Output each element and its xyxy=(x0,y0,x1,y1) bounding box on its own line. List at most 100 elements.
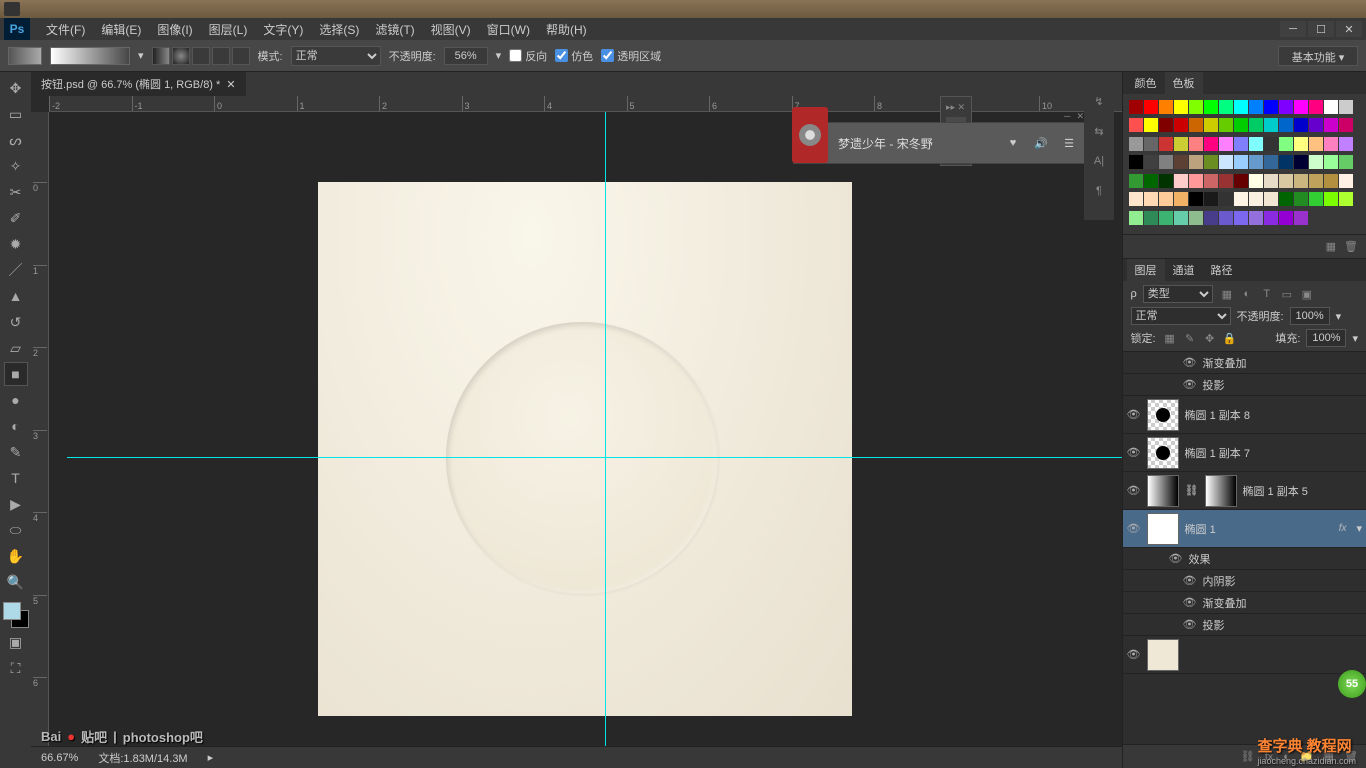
fx-collapse-icon[interactable]: ▾ xyxy=(1356,522,1362,535)
fg-color-swatch[interactable] xyxy=(3,602,21,620)
wand-tool[interactable]: ✧ xyxy=(4,154,28,178)
color-swatch[interactable] xyxy=(1309,155,1323,169)
color-swatch[interactable] xyxy=(1219,192,1233,206)
color-swatch[interactable] xyxy=(1309,192,1323,206)
layer-effect-row[interactable]: 👁效果 xyxy=(1123,548,1366,570)
color-swatch[interactable] xyxy=(1264,137,1278,151)
color-swatch[interactable] xyxy=(1174,211,1188,225)
color-swatch[interactable] xyxy=(1219,211,1233,225)
layer-effect-row[interactable]: 👁渐变叠加 xyxy=(1123,592,1366,614)
layer-thumbnail[interactable] xyxy=(1147,437,1179,469)
color-swatch[interactable] xyxy=(1174,137,1188,151)
color-swatch[interactable] xyxy=(1249,174,1263,188)
visibility-toggle[interactable]: 👁 xyxy=(1127,522,1141,536)
color-swatch[interactable] xyxy=(1204,174,1218,188)
color-swatch[interactable] xyxy=(1144,211,1158,225)
color-swatches[interactable] xyxy=(3,602,29,628)
opacity-dropdown-icon[interactable]: ▾ xyxy=(496,49,502,62)
color-swatch[interactable] xyxy=(1249,118,1263,132)
color-swatch[interactable] xyxy=(1264,118,1278,132)
new-swatch-icon[interactable]: ▦ xyxy=(1326,240,1336,253)
blur-tool[interactable]: ● xyxy=(4,388,28,412)
visibility-toggle[interactable]: 👁 xyxy=(1183,378,1197,392)
color-swatch[interactable] xyxy=(1264,174,1278,188)
visibility-toggle[interactable]: 👁 xyxy=(1169,552,1183,566)
eyedropper-tool[interactable]: ✐ xyxy=(4,206,28,230)
color-swatch[interactable] xyxy=(1324,137,1338,151)
layer-blend-select[interactable]: 正常 xyxy=(1131,307,1231,325)
eraser-tool[interactable]: ▱ xyxy=(4,336,28,360)
color-swatch[interactable] xyxy=(1309,118,1323,132)
color-swatch[interactable] xyxy=(1129,174,1143,188)
layer-name[interactable]: 椭圆 1 副本 7 xyxy=(1185,445,1362,461)
color-swatch[interactable] xyxy=(1249,192,1263,206)
color-swatch[interactable] xyxy=(1294,100,1308,114)
gradient-diamond-btn[interactable] xyxy=(232,47,250,65)
color-swatch[interactable] xyxy=(1294,137,1308,151)
color-swatch[interactable] xyxy=(1309,100,1323,114)
color-swatch[interactable] xyxy=(1189,118,1203,132)
color-swatch[interactable] xyxy=(1189,100,1203,114)
guide-vertical[interactable] xyxy=(605,112,606,768)
zoom-tool[interactable]: 🔍 xyxy=(4,570,28,594)
zoom-level[interactable]: 66.67% xyxy=(41,752,78,764)
color-swatch[interactable] xyxy=(1219,155,1233,169)
canvas[interactable] xyxy=(318,182,852,716)
color-swatch[interactable] xyxy=(1159,192,1173,206)
music-album-badge[interactable] xyxy=(792,107,828,163)
layer-row[interactable]: 👁⛓椭圆 1 副本 5 xyxy=(1123,472,1366,510)
color-swatch[interactable] xyxy=(1249,100,1263,114)
color-swatch[interactable] xyxy=(1264,155,1278,169)
filter-adjust-icon[interactable]: ◐ xyxy=(1239,286,1255,302)
menu-item[interactable]: 图层(L) xyxy=(201,18,256,41)
reverse-check[interactable]: 反向 xyxy=(509,48,547,64)
color-swatch[interactable] xyxy=(1279,155,1293,169)
taskbar-app-icon[interactable] xyxy=(4,2,20,16)
menu-item[interactable]: 图像(I) xyxy=(149,18,200,41)
color-swatch[interactable] xyxy=(1234,192,1248,206)
visibility-toggle[interactable]: 👁 xyxy=(1183,356,1197,370)
panel-tab[interactable]: 通道 xyxy=(1165,259,1203,281)
layer-row[interactable]: 👁椭圆 1 副本 8 xyxy=(1123,396,1366,434)
filter-shape-icon[interactable]: ▭ xyxy=(1279,286,1295,302)
color-swatch[interactable] xyxy=(1339,100,1353,114)
color-swatch[interactable] xyxy=(1174,174,1188,188)
layer-kind-filter[interactable]: 类型 xyxy=(1143,285,1213,303)
color-swatch[interactable] xyxy=(1129,155,1143,169)
floating-badge[interactable]: 55 xyxy=(1338,670,1366,698)
color-swatch[interactable] xyxy=(1279,211,1293,225)
fx-badge[interactable]: fx xyxy=(1339,523,1347,534)
gradient-swatch[interactable] xyxy=(8,47,42,65)
guide-horizontal[interactable] xyxy=(67,457,1122,458)
layer-effect-row[interactable]: 👁投影 xyxy=(1123,374,1366,396)
move-tool[interactable]: ✥ xyxy=(4,76,28,100)
visibility-toggle[interactable]: 👁 xyxy=(1127,408,1141,422)
gradient-reflected-btn[interactable] xyxy=(212,47,230,65)
color-swatch[interactable] xyxy=(1294,118,1308,132)
color-swatch[interactable] xyxy=(1189,174,1203,188)
visibility-toggle[interactable]: 👁 xyxy=(1127,484,1141,498)
color-swatch[interactable] xyxy=(1294,174,1308,188)
color-swatch[interactable] xyxy=(1264,192,1278,206)
color-swatch[interactable] xyxy=(1174,192,1188,206)
panel-tab[interactable]: 路径 xyxy=(1203,259,1241,281)
color-swatch[interactable] xyxy=(1204,211,1218,225)
menu-item[interactable]: 帮助(H) xyxy=(538,18,595,41)
color-swatch[interactable] xyxy=(1189,192,1203,206)
color-swatch[interactable] xyxy=(1249,155,1263,169)
opacity-dd-icon[interactable]: ▾ xyxy=(1336,310,1342,323)
layer-thumbnail[interactable] xyxy=(1147,639,1179,671)
color-swatch[interactable] xyxy=(1234,100,1248,114)
color-swatch[interactable] xyxy=(1264,100,1278,114)
lock-trans-icon[interactable]: ▦ xyxy=(1162,330,1178,346)
visibility-toggle[interactable]: 👁 xyxy=(1127,648,1141,662)
color-swatch[interactable] xyxy=(1189,155,1203,169)
layer-name[interactable]: 椭圆 1 副本 5 xyxy=(1243,483,1363,499)
color-swatch[interactable] xyxy=(1204,118,1218,132)
color-swatch[interactable] xyxy=(1324,192,1338,206)
color-swatch[interactable] xyxy=(1174,118,1188,132)
color-swatch[interactable] xyxy=(1309,137,1323,151)
transparency-check[interactable]: 透明区域 xyxy=(601,48,661,64)
color-swatch[interactable] xyxy=(1129,211,1143,225)
music-player-widget[interactable]: ─ ✕ 梦遗少年 - 宋冬野 ♥ 🔊 ☰ xyxy=(793,122,1089,164)
